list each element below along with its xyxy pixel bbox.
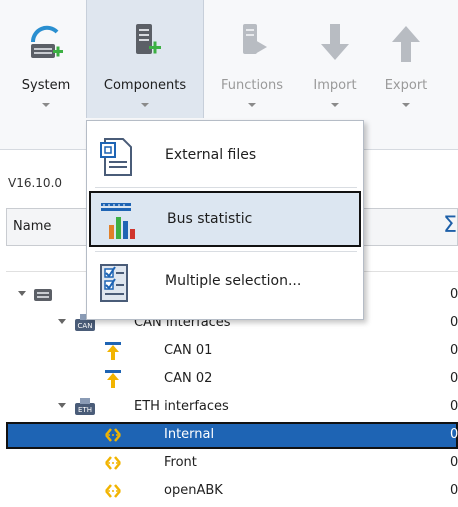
ethernet-port-icon: [105, 484, 121, 498]
import-icon: [321, 24, 349, 60]
components-button[interactable]: Components: [86, 0, 204, 118]
tree-row-can-02[interactable]: CAN 02 0: [6, 366, 458, 393]
components-dropdown-menu: External files Bus statistic Multiple se…: [86, 120, 364, 320]
svg-text:CAN: CAN: [78, 322, 93, 330]
menu-item-multiple-selection[interactable]: Multiple selection...: [89, 255, 361, 311]
tree-row-openabk[interactable]: openABK 0: [6, 478, 458, 505]
tree-row-label: Internal: [164, 427, 215, 442]
chevron-down-icon: [331, 103, 339, 107]
tree-row-count: 0: [450, 315, 458, 330]
can-channel-icon: [105, 370, 121, 388]
chevron-down-icon: [402, 103, 410, 107]
functions-icon: [243, 24, 267, 54]
import-button[interactable]: Import: [300, 0, 370, 118]
system-button[interactable]: System: [8, 0, 84, 118]
bar-chart-icon: [101, 203, 135, 239]
expander-icon[interactable]: [58, 319, 66, 324]
version-label: V16.10.0: [8, 176, 63, 190]
ethernet-port-icon: [105, 456, 121, 470]
menu-item-label: Bus statistic: [167, 211, 253, 227]
tree-row-count: 0: [450, 371, 458, 386]
ethernet-icon: ETH: [75, 398, 95, 415]
tree-row-count: 0: [450, 455, 458, 470]
menu-separator: [95, 187, 357, 188]
components-icon: [136, 24, 161, 54]
tree-row-label: ETH interfaces: [134, 399, 229, 414]
export-button[interactable]: Export: [372, 0, 440, 118]
tree-row-label: Front: [164, 455, 197, 470]
tree-row-internal[interactable]: Internal 0: [6, 422, 458, 449]
system-icon: [30, 25, 63, 58]
export-icon: [392, 26, 420, 62]
column-header-name[interactable]: Name: [13, 219, 51, 234]
svg-text:ETH: ETH: [78, 406, 92, 414]
menu-item-external-files[interactable]: External files: [89, 129, 361, 185]
can-channel-icon: [105, 342, 121, 360]
system-icon: [34, 289, 52, 301]
tree-row-count: 0: [450, 287, 458, 302]
functions-button[interactable]: Functions: [206, 0, 298, 118]
chevron-down-icon: [141, 103, 149, 107]
tree-row-can-01[interactable]: CAN 01 0: [6, 338, 458, 365]
functions-button-label: Functions: [220, 78, 284, 93]
menu-separator: [95, 251, 357, 252]
chevron-down-icon: [248, 103, 256, 107]
components-button-label: Components: [103, 78, 187, 93]
expander-icon[interactable]: [58, 403, 66, 408]
tree-row-count: 0: [450, 343, 458, 358]
menu-item-label: External files: [165, 147, 257, 163]
expander-icon[interactable]: [18, 291, 26, 296]
tree-row-count: 0: [450, 483, 458, 498]
checklist-icon: [100, 264, 128, 302]
tree-row-label: CAN 02: [164, 371, 213, 386]
sum-icon[interactable]: Σ: [443, 213, 457, 238]
menu-item-bus-statistic[interactable]: Bus statistic: [89, 191, 361, 247]
tree-row-eth-interfaces[interactable]: ETH ETH interfaces 0: [6, 394, 458, 421]
import-button-label: Import: [313, 78, 357, 93]
system-button-label: System: [21, 78, 71, 93]
tree-row-count: 0: [450, 427, 458, 442]
tree-row-front[interactable]: Front 0: [6, 450, 458, 477]
export-button-label: Export: [384, 78, 428, 93]
document-icon: [100, 138, 132, 176]
menu-item-label: Multiple selection...: [165, 273, 302, 289]
ethernet-port-icon: [105, 428, 121, 442]
tree-row-count: 0: [450, 399, 458, 414]
tree-row-label: openABK: [164, 483, 223, 498]
chevron-down-icon: [42, 103, 50, 107]
tree-row-label: CAN 01: [164, 343, 213, 358]
